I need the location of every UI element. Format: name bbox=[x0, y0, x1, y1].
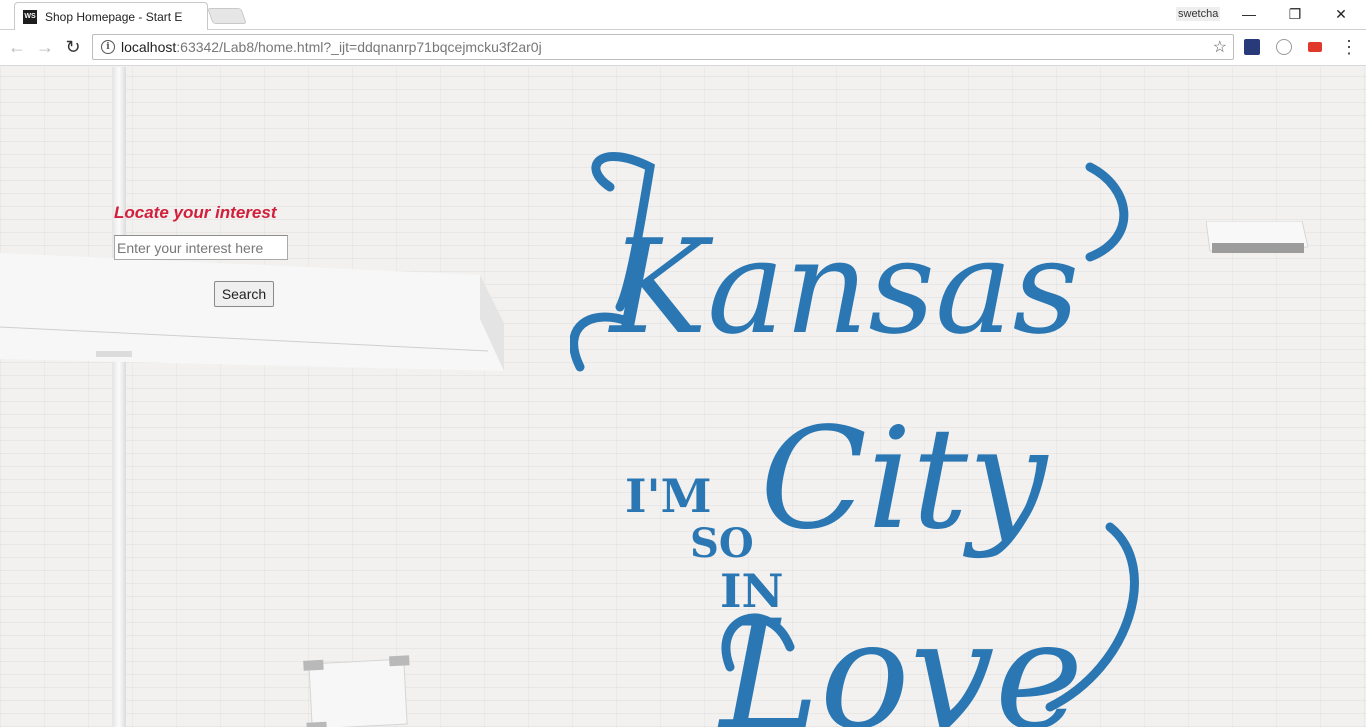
minimize-button[interactable]: — bbox=[1226, 0, 1272, 28]
profile-name[interactable]: swetcha bbox=[1176, 7, 1221, 21]
new-tab-button[interactable] bbox=[207, 8, 247, 24]
browser-toolbar: ← → ↻ i localhost:63342/Lab8/home.html?_… bbox=[0, 30, 1366, 66]
forward-arrow-icon[interactable]: → bbox=[34, 36, 56, 58]
wall-pipe bbox=[112, 67, 126, 727]
close-window-button[interactable]: ✕ bbox=[1318, 0, 1364, 28]
wall-lamp bbox=[1206, 221, 1308, 253]
search-panel: Locate your interest Search bbox=[114, 203, 314, 307]
svg-text:SO: SO bbox=[690, 520, 754, 567]
page-background: Kansas I'M SO IN City Love Locate your i… bbox=[0, 67, 1366, 727]
search-button[interactable]: Search bbox=[214, 281, 274, 307]
browser-tab[interactable]: WS Shop Homepage - Start E bbox=[14, 2, 208, 30]
wall-flyer bbox=[303, 655, 410, 727]
svg-text:City: City bbox=[760, 398, 1049, 561]
address-bar[interactable]: i localhost:63342/Lab8/home.html?_ijt=dd… bbox=[92, 34, 1234, 60]
tab-title: Shop Homepage - Start E bbox=[45, 9, 183, 24]
browser-menu-icon[interactable]: ⋮ bbox=[1340, 38, 1358, 56]
back-arrow-icon[interactable]: ← bbox=[6, 36, 28, 58]
url-path: :63342/Lab8/home.html?_ijt=ddqnanrp71bqc… bbox=[176, 39, 542, 55]
maximize-button[interactable]: ❐ bbox=[1272, 0, 1318, 28]
svg-text:Love: Love bbox=[717, 589, 1083, 727]
site-info-icon[interactable]: i bbox=[101, 40, 115, 54]
search-heading: Locate your interest bbox=[114, 203, 277, 222]
extension-red-icon[interactable] bbox=[1308, 42, 1322, 52]
reload-icon[interactable]: ↻ bbox=[62, 36, 84, 58]
tape bbox=[303, 659, 324, 671]
extension-icon[interactable] bbox=[1244, 39, 1260, 55]
bookmark-star-icon[interactable]: ☆ bbox=[1213, 37, 1227, 57]
wall-awning bbox=[0, 253, 504, 371]
svg-text:Kansas: Kansas bbox=[608, 211, 1079, 363]
tape bbox=[389, 655, 410, 667]
browser-titlebar: WS Shop Homepage - Start E swetcha — ❐ ✕ bbox=[0, 0, 1366, 30]
svg-text:I'M: I'M bbox=[625, 469, 712, 523]
url-text[interactable]: localhost:63342/Lab8/home.html?_ijt=ddqn… bbox=[121, 39, 542, 55]
webstorm-favicon-icon: WS bbox=[23, 9, 37, 24]
kansas-city-mural: Kansas I'M SO IN City Love bbox=[570, 152, 1139, 727]
extension-circle-icon[interactable] bbox=[1276, 39, 1292, 55]
interest-search-input[interactable] bbox=[114, 235, 288, 260]
url-host: localhost bbox=[121, 39, 177, 55]
tape bbox=[306, 721, 327, 727]
